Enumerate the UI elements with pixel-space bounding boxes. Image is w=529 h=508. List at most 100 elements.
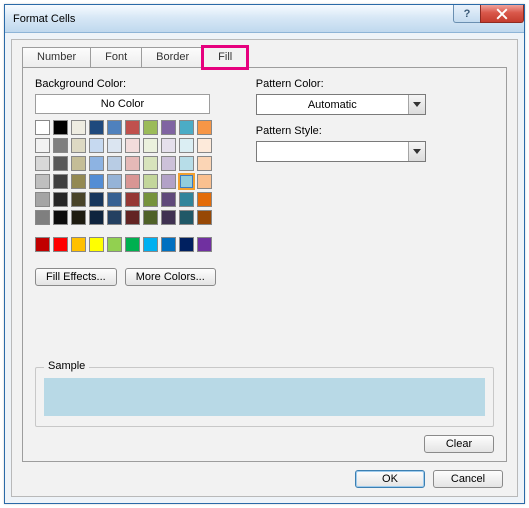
- pattern-style-label: Pattern Style:: [256, 125, 426, 137]
- color-swatch[interactable]: [143, 156, 158, 171]
- tab-font[interactable]: Font: [90, 47, 142, 68]
- color-swatch[interactable]: [143, 237, 158, 252]
- color-swatch[interactable]: [143, 138, 158, 153]
- color-swatch[interactable]: [125, 120, 140, 135]
- color-swatch[interactable]: [71, 138, 86, 153]
- color-swatch[interactable]: [197, 138, 212, 153]
- color-swatch[interactable]: [35, 192, 50, 207]
- format-cells-dialog: Format Cells ? Number Font Border Fill B…: [4, 4, 525, 504]
- color-swatch[interactable]: [53, 192, 68, 207]
- chevron-down-icon: [408, 95, 425, 114]
- color-swatch[interactable]: [89, 174, 104, 189]
- color-swatch[interactable]: [143, 120, 158, 135]
- color-swatch[interactable]: [107, 237, 122, 252]
- color-swatch[interactable]: [125, 174, 140, 189]
- color-swatch[interactable]: [179, 192, 194, 207]
- color-swatch[interactable]: [71, 174, 86, 189]
- titlebar: Format Cells ?: [5, 5, 524, 33]
- window-title: Format Cells: [13, 13, 454, 25]
- close-button[interactable]: [480, 5, 524, 23]
- color-swatch[interactable]: [53, 174, 68, 189]
- sample-label: Sample: [44, 360, 89, 372]
- color-swatch[interactable]: [161, 174, 176, 189]
- color-swatch[interactable]: [71, 192, 86, 207]
- color-swatch[interactable]: [53, 237, 68, 252]
- no-color-button[interactable]: No Color: [35, 94, 210, 114]
- color-swatch[interactable]: [197, 156, 212, 171]
- background-color-group: Background Color: No Color Fill Effects.…: [35, 78, 216, 286]
- color-swatch[interactable]: [143, 192, 158, 207]
- color-swatch[interactable]: [197, 237, 212, 252]
- color-swatch[interactable]: [161, 138, 176, 153]
- color-swatch[interactable]: [125, 237, 140, 252]
- color-swatch[interactable]: [179, 174, 194, 189]
- color-swatch[interactable]: [107, 156, 122, 171]
- color-swatch[interactable]: [89, 210, 104, 225]
- help-button[interactable]: ?: [453, 5, 481, 23]
- color-swatch[interactable]: [179, 120, 194, 135]
- color-swatch[interactable]: [161, 237, 176, 252]
- ok-button[interactable]: OK: [355, 470, 425, 488]
- color-swatch[interactable]: [161, 120, 176, 135]
- color-swatch[interactable]: [125, 156, 140, 171]
- color-swatch[interactable]: [53, 120, 68, 135]
- color-swatch[interactable]: [53, 210, 68, 225]
- color-swatch[interactable]: [71, 120, 86, 135]
- color-swatch[interactable]: [197, 120, 212, 135]
- tab-number[interactable]: Number: [22, 47, 91, 68]
- color-swatch[interactable]: [161, 192, 176, 207]
- color-swatch[interactable]: [143, 174, 158, 189]
- color-swatch[interactable]: [197, 174, 212, 189]
- color-swatch[interactable]: [125, 138, 140, 153]
- color-swatch[interactable]: [89, 192, 104, 207]
- color-swatch[interactable]: [53, 138, 68, 153]
- sample-preview: [44, 378, 485, 416]
- color-swatch[interactable]: [107, 210, 122, 225]
- dialog-footer: OK Cancel: [22, 470, 507, 488]
- chevron-down-icon: [408, 142, 425, 161]
- tab-border[interactable]: Border: [141, 47, 204, 68]
- color-swatch[interactable]: [125, 192, 140, 207]
- color-swatch[interactable]: [161, 210, 176, 225]
- color-swatch[interactable]: [35, 174, 50, 189]
- cancel-button[interactable]: Cancel: [433, 470, 503, 488]
- pattern-color-combo[interactable]: Automatic: [256, 94, 426, 115]
- color-swatch[interactable]: [197, 210, 212, 225]
- color-swatch[interactable]: [53, 156, 68, 171]
- color-swatch[interactable]: [89, 237, 104, 252]
- pattern-color-label: Pattern Color:: [256, 78, 426, 90]
- color-swatch[interactable]: [107, 192, 122, 207]
- color-swatch[interactable]: [35, 210, 50, 225]
- color-swatch[interactable]: [179, 138, 194, 153]
- more-colors-button[interactable]: More Colors...: [125, 268, 216, 286]
- standard-color-palette: [35, 237, 216, 254]
- pattern-style-combo[interactable]: [256, 141, 426, 162]
- color-swatch[interactable]: [161, 156, 176, 171]
- dialog-body: Number Font Border Fill Background Color…: [11, 39, 518, 497]
- color-swatch[interactable]: [197, 192, 212, 207]
- color-swatch[interactable]: [35, 138, 50, 153]
- color-swatch[interactable]: [89, 156, 104, 171]
- color-swatch[interactable]: [71, 237, 86, 252]
- color-swatch[interactable]: [143, 210, 158, 225]
- color-swatch[interactable]: [89, 138, 104, 153]
- clear-button[interactable]: Clear: [424, 435, 494, 453]
- color-swatch[interactable]: [107, 138, 122, 153]
- color-swatch[interactable]: [71, 210, 86, 225]
- color-swatch[interactable]: [107, 174, 122, 189]
- color-swatch[interactable]: [107, 120, 122, 135]
- color-swatch[interactable]: [35, 156, 50, 171]
- color-swatch[interactable]: [35, 237, 50, 252]
- color-swatch[interactable]: [179, 237, 194, 252]
- color-swatch[interactable]: [71, 156, 86, 171]
- color-swatch[interactable]: [35, 120, 50, 135]
- background-color-label: Background Color:: [35, 78, 216, 90]
- window-controls: ?: [454, 5, 524, 32]
- color-swatch[interactable]: [179, 156, 194, 171]
- no-color-label: No Color: [101, 98, 144, 110]
- fill-effects-button[interactable]: Fill Effects...: [35, 268, 117, 286]
- color-swatch[interactable]: [89, 120, 104, 135]
- color-swatch[interactable]: [125, 210, 140, 225]
- color-swatch[interactable]: [179, 210, 194, 225]
- tab-fill[interactable]: Fill: [203, 47, 247, 68]
